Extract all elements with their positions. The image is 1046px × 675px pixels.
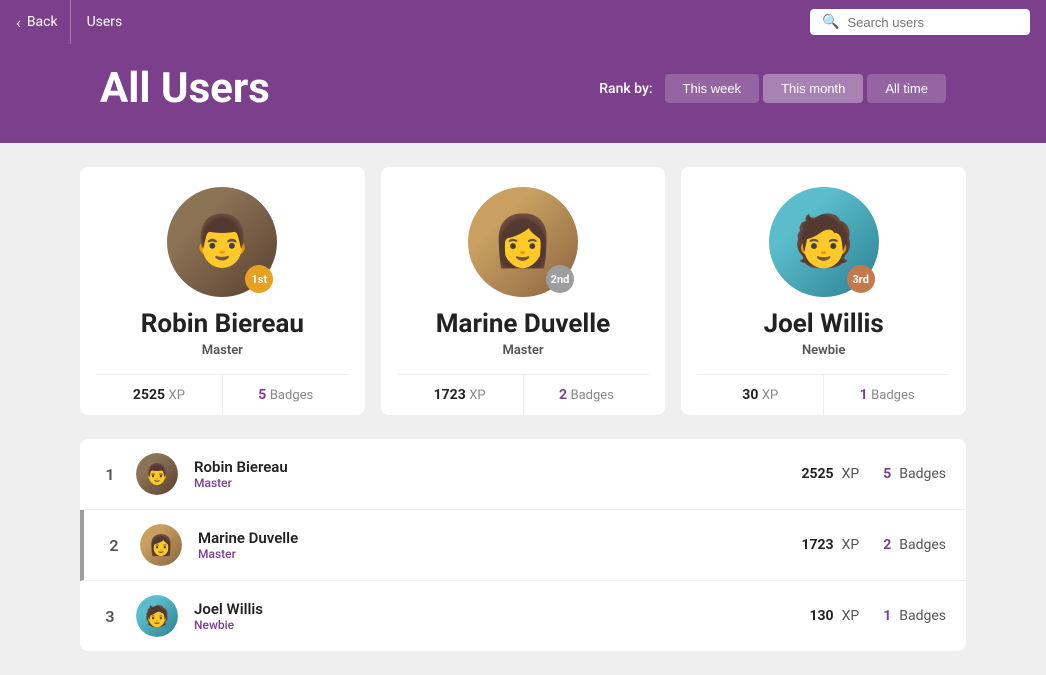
card-level-3: Newbie bbox=[802, 343, 845, 358]
row-level-3: Newbie bbox=[194, 618, 793, 632]
search-icon: 🔍 bbox=[822, 14, 839, 30]
top3-cards: 👨 1st Robin Biereau Master 2525 XP 5 Bad… bbox=[80, 167, 966, 415]
row-xp-label-2: XP bbox=[842, 537, 860, 553]
card-badges-label-1: Badges bbox=[270, 388, 313, 403]
card-badges-value-1: 5 bbox=[258, 387, 266, 403]
card-level-1: Master bbox=[202, 343, 243, 358]
row-level-2: Master bbox=[198, 547, 785, 561]
row-name-1: Robin Biereau bbox=[194, 458, 785, 476]
row-stats-3: 130 XP 1 Badges bbox=[809, 608, 946, 624]
card-xp-3: 30 XP bbox=[697, 375, 824, 415]
row-badges-label-3: Badges bbox=[899, 608, 946, 624]
rank-by-section: Rank by: This week This month All time bbox=[599, 74, 946, 103]
rank-tabs: This week This month All time bbox=[665, 74, 946, 103]
row-avatar-img-2: 👩 bbox=[140, 524, 182, 566]
card-xp-value-1: 2525 bbox=[133, 387, 165, 403]
user-list: 1 👨 Robin Biereau Master 2525 XP 5 Badge… bbox=[80, 439, 966, 651]
search-bar: 🔍 bbox=[810, 9, 1030, 35]
row-badges-label-1: Badges bbox=[899, 466, 946, 482]
card-xp-value-2: 1723 bbox=[434, 387, 466, 403]
card-xp-label-2: XP bbox=[469, 388, 485, 403]
rank-by-label: Rank by: bbox=[599, 81, 652, 97]
row-xp-3: 130 bbox=[809, 608, 833, 624]
row-stats-1: 2525 XP 5 Badges bbox=[801, 466, 946, 482]
row-badges-label-2: Badges bbox=[899, 537, 946, 553]
avatar-wrapper-2: 👩 2nd bbox=[468, 187, 578, 297]
row-xp-label-3: XP bbox=[842, 608, 860, 624]
tab-all-time[interactable]: All time bbox=[867, 74, 946, 103]
card-level-2: Master bbox=[502, 343, 543, 358]
row-rank-2: 2 bbox=[104, 536, 124, 555]
row-avatar-img-3: 🧑 bbox=[136, 595, 178, 637]
row-avatar-2: 👩 bbox=[140, 524, 182, 566]
row-info-3: Joel Willis Newbie bbox=[194, 600, 793, 632]
list-row-1[interactable]: 1 👨 Robin Biereau Master 2525 XP 5 Badge… bbox=[80, 439, 966, 510]
row-rank-1: 1 bbox=[100, 465, 120, 484]
card-badges-label-2: Badges bbox=[571, 388, 614, 403]
row-info-1: Robin Biereau Master bbox=[194, 458, 785, 490]
card-badges-2: 2 Badges bbox=[524, 375, 650, 415]
tab-this-month[interactable]: This month bbox=[763, 74, 863, 103]
back-label: Back bbox=[27, 14, 58, 30]
card-name-3: Joel Willis bbox=[764, 309, 884, 339]
card-badges-value-3: 1 bbox=[860, 387, 868, 403]
card-badges-3: 1 Badges bbox=[824, 375, 950, 415]
row-avatar-3: 🧑 bbox=[136, 595, 178, 637]
search-input[interactable] bbox=[847, 15, 1018, 30]
row-avatar-1: 👨 bbox=[136, 453, 178, 495]
row-xp-2: 1723 bbox=[801, 537, 833, 553]
row-xp-1: 2525 bbox=[801, 466, 833, 482]
rank-badge-2: 2nd bbox=[546, 265, 574, 293]
row-badges-3: 1 bbox=[883, 608, 891, 624]
card-badges-1: 5 Badges bbox=[223, 375, 349, 415]
list-row-3[interactable]: 3 🧑 Joel Willis Newbie 130 XP 1 Badges bbox=[80, 581, 966, 651]
row-stats-2: 1723 XP 2 Badges bbox=[801, 537, 946, 553]
row-rank-3: 3 bbox=[100, 607, 120, 626]
navbar: ‹ Back Users 🔍 bbox=[0, 0, 1046, 44]
card-name-2: Marine Duvelle bbox=[436, 309, 610, 339]
back-button[interactable]: ‹ Back bbox=[16, 0, 71, 44]
card-xp-1: 2525 XP bbox=[96, 375, 223, 415]
row-avatar-img-1: 👨 bbox=[136, 453, 178, 495]
rank-badge-3: 3rd bbox=[847, 265, 875, 293]
avatar-wrapper-1: 👨 1st bbox=[167, 187, 277, 297]
card-xp-value-3: 30 bbox=[742, 387, 758, 403]
card-xp-label-3: XP bbox=[762, 388, 778, 403]
avatar-wrapper-3: 🧑 3rd bbox=[769, 187, 879, 297]
card-xp-2: 1723 XP bbox=[397, 375, 524, 415]
card-badges-value-2: 2 bbox=[559, 387, 567, 403]
page-title: All Users bbox=[100, 64, 270, 113]
card-stats-3: 30 XP 1 Badges bbox=[697, 374, 950, 415]
users-breadcrumb: Users bbox=[71, 14, 139, 30]
row-name-2: Marine Duvelle bbox=[198, 529, 785, 547]
row-info-2: Marine Duvelle Master bbox=[198, 529, 785, 561]
list-row-2[interactable]: 2 👩 Marine Duvelle Master 1723 XP 2 Badg… bbox=[80, 510, 966, 581]
user-card-3: 🧑 3rd Joel Willis Newbie 30 XP 1 Badges bbox=[681, 167, 966, 415]
row-name-3: Joel Willis bbox=[194, 600, 793, 618]
tab-this-week[interactable]: This week bbox=[665, 74, 760, 103]
user-card-1: 👨 1st Robin Biereau Master 2525 XP 5 Bad… bbox=[80, 167, 365, 415]
card-name-1: Robin Biereau bbox=[141, 309, 304, 339]
row-xp-label-1: XP bbox=[842, 466, 860, 482]
row-badges-2: 2 bbox=[883, 537, 891, 553]
row-badges-1: 5 bbox=[883, 466, 891, 482]
card-xp-label-1: XP bbox=[169, 388, 185, 403]
user-card-2: 👩 2nd Marine Duvelle Master 1723 XP 2 Ba… bbox=[381, 167, 666, 415]
hero-section: All Users Rank by: This week This month … bbox=[0, 44, 1046, 143]
back-arrow-icon: ‹ bbox=[16, 13, 21, 32]
rank-badge-1: 1st bbox=[245, 265, 273, 293]
card-stats-2: 1723 XP 2 Badges bbox=[397, 374, 650, 415]
card-stats-1: 2525 XP 5 Badges bbox=[96, 374, 349, 415]
row-level-1: Master bbox=[194, 476, 785, 490]
card-badges-label-3: Badges bbox=[871, 388, 914, 403]
main-content: 👨 1st Robin Biereau Master 2525 XP 5 Bad… bbox=[0, 143, 1046, 675]
